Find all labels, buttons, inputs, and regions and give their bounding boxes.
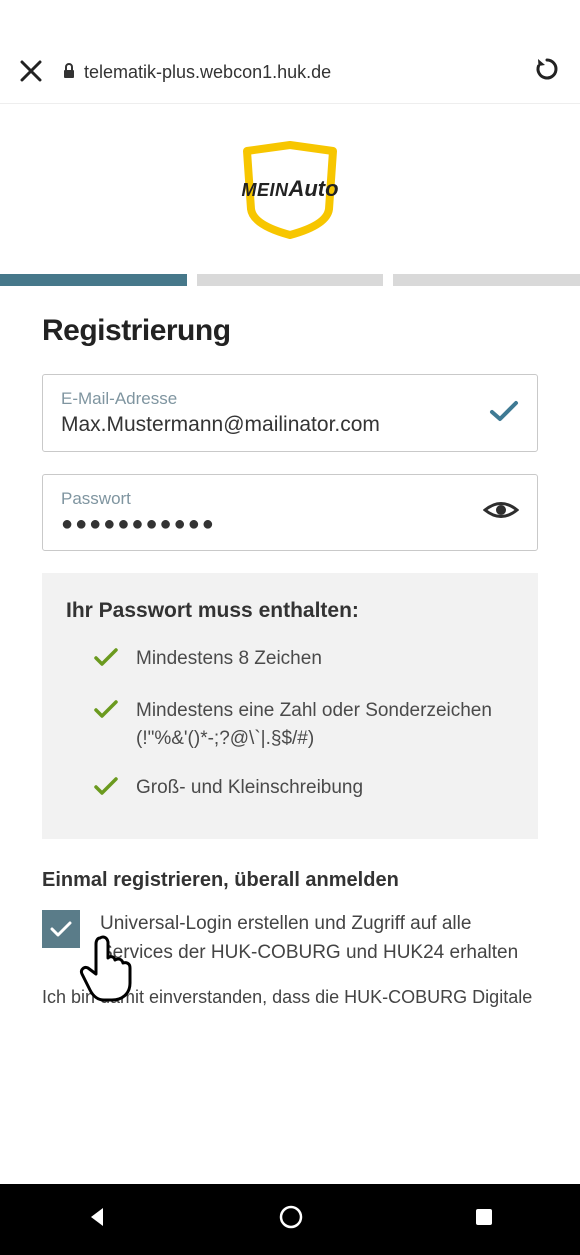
rule-item: Mindestens 8 Zeichen <box>94 645 514 677</box>
password-rules: Ihr Passwort muss enthalten: Mindestens … <box>42 573 538 839</box>
check-icon <box>94 647 118 677</box>
logo: MEINAuto <box>0 104 580 274</box>
rule-item: Groß- und Kleinschreibung <box>94 774 514 806</box>
reload-icon[interactable] <box>534 56 560 89</box>
nav-home-icon[interactable] <box>278 1204 304 1235</box>
progress-bar <box>0 274 580 286</box>
email-label: E-Mail-Adresse <box>61 389 489 409</box>
check-icon <box>94 776 118 806</box>
rule-text: Mindestens eine Zahl oder Sonderzeichen … <box>136 697 514 754</box>
rule-text: Groß- und Kleinschreibung <box>136 774 363 803</box>
check-icon <box>94 699 118 729</box>
email-value: Max.Mustermann@mailinator.com <box>61 413 489 437</box>
rule-text: Mindestens 8 Zeichen <box>136 645 322 674</box>
password-label: Passwort <box>61 489 483 509</box>
eye-icon[interactable] <box>483 497 519 528</box>
password-field[interactable]: Passwort ●●●●●●●●●●● <box>42 474 538 551</box>
url-text[interactable]: telematik-plus.webcon1.huk.de <box>84 62 534 83</box>
password-value: ●●●●●●●●●●● <box>61 513 483 536</box>
email-field[interactable]: E-Mail-Adresse Max.Mustermann@mailinator… <box>42 374 538 452</box>
check-icon <box>489 399 519 428</box>
universal-login-heading: Einmal registrieren, überall anmelden <box>42 869 538 892</box>
universal-login-consent: Universal-Login erstellen und Zugriff au… <box>42 910 538 967</box>
lock-icon <box>62 63 76 82</box>
browser-bar: telematik-plus.webcon1.huk.de <box>0 42 580 104</box>
close-icon[interactable] <box>20 57 42 89</box>
nav-recent-icon[interactable] <box>473 1206 495 1233</box>
progress-step-3 <box>393 274 580 286</box>
progress-step-1 <box>0 274 187 286</box>
rules-heading: Ihr Passwort muss enthalten: <box>66 599 514 623</box>
android-navbar <box>0 1184 580 1255</box>
nav-back-icon[interactable] <box>85 1205 109 1234</box>
page-title: Registrierung <box>42 314 538 348</box>
consent-text: Ich bin damit einverstanden, dass die HU… <box>42 985 538 1010</box>
progress-step-2 <box>197 274 384 286</box>
logo-text: MEINAuto <box>241 176 338 202</box>
universal-login-label: Universal-Login erstellen und Zugriff au… <box>100 910 538 967</box>
status-bar <box>0 0 580 42</box>
rule-item: Mindestens eine Zahl oder Sonderzeichen … <box>94 697 514 754</box>
universal-login-checkbox[interactable] <box>42 910 80 948</box>
